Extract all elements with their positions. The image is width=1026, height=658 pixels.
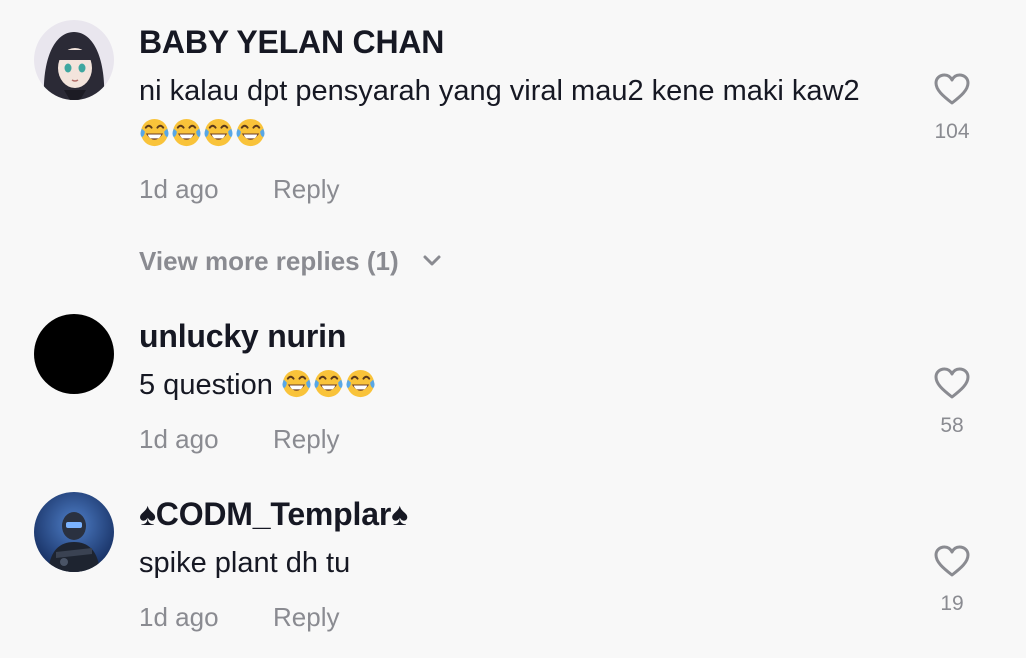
heart-icon[interactable] [933, 72, 971, 106]
laughing-crying-emoji-icon [281, 368, 312, 399]
comment-timestamp: 1d ago [139, 602, 219, 632]
comment-meta: 1d ago Reply [139, 602, 339, 633]
laughing-crying-emoji-icon [345, 368, 376, 399]
view-more-replies-label: View more replies (1) [139, 246, 399, 276]
anime-avatar-image [34, 20, 114, 100]
comment-text-body: 5 question [139, 369, 281, 401]
comment-username[interactable]: unlucky nurin [139, 318, 346, 355]
like-count: 58 [940, 414, 964, 437]
soldier-avatar-image [34, 492, 114, 572]
heart-icon[interactable] [933, 544, 971, 578]
heart-icon[interactable] [933, 366, 971, 400]
emoji-group [281, 368, 377, 412]
like-count: 104 [934, 120, 970, 143]
laughing-crying-emoji-icon [235, 117, 266, 148]
reply-button[interactable]: Reply [273, 602, 339, 633]
comment-username[interactable]: ♠CODM_Templar♠ [139, 496, 408, 533]
like-count: 19 [940, 592, 964, 615]
like-control[interactable]: 58 [912, 366, 992, 438]
avatar[interactable] [34, 314, 114, 394]
laughing-crying-emoji-icon [139, 117, 170, 148]
view-more-replies-button[interactable]: View more replies (1) [139, 246, 442, 277]
avatar[interactable] [34, 492, 114, 572]
comment-meta: 1d ago Reply [139, 174, 339, 205]
like-control[interactable]: 104 [912, 72, 992, 144]
reply-button[interactable]: Reply [273, 174, 339, 205]
comment-username[interactable]: BABY YELAN CHAN [139, 24, 444, 61]
reply-button[interactable]: Reply [273, 424, 339, 455]
chevron-down-icon [423, 255, 441, 266]
comment-text-body: spike plant dh tu [139, 547, 351, 579]
comment-timestamp: 1d ago [139, 424, 219, 454]
avatar[interactable] [34, 20, 114, 100]
comment-text: ni kalau dpt pensyarah yang viral mau2 k… [139, 70, 899, 161]
comment-text: 5 question [139, 364, 899, 412]
like-control[interactable]: 19 [912, 544, 992, 616]
emoji-group [139, 117, 267, 161]
comment-text-body: ni kalau dpt pensyarah yang viral mau2 k… [139, 75, 860, 107]
laughing-crying-emoji-icon [171, 117, 202, 148]
laughing-crying-emoji-icon [203, 117, 234, 148]
comment-text: spike plant dh tu [139, 542, 899, 585]
comment-timestamp: 1d ago [139, 174, 219, 204]
laughing-crying-emoji-icon [313, 368, 344, 399]
comment-meta: 1d ago Reply [139, 424, 339, 455]
